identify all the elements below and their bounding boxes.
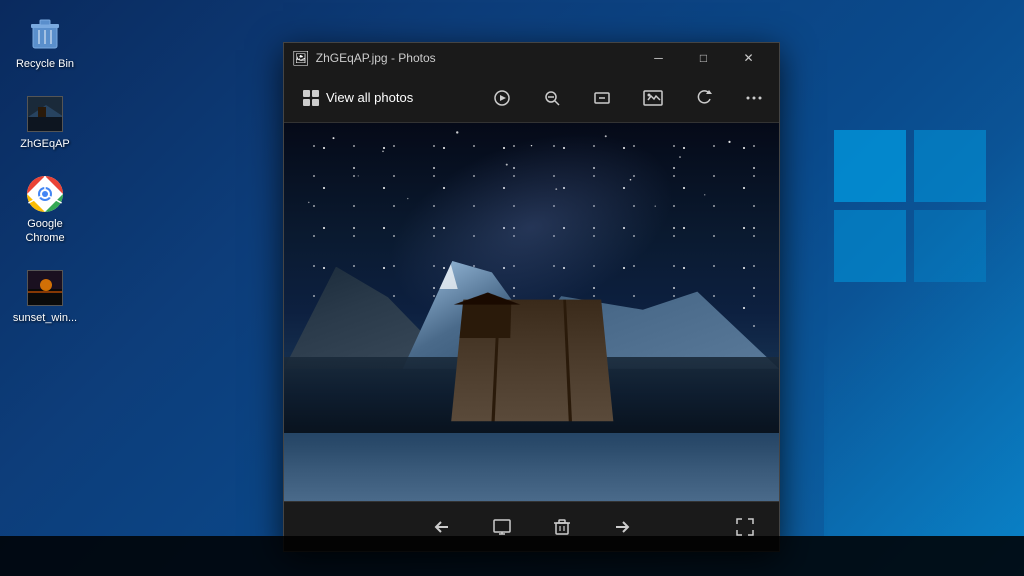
- recycle-bin-label: Recycle Bin: [16, 58, 74, 71]
- win-sq-tl: [834, 130, 906, 202]
- zhgeqap-thumbnail: [27, 96, 63, 132]
- maximize-button[interactable]: □: [681, 43, 726, 73]
- zoom-icon[interactable]: [537, 83, 567, 113]
- recycle-bin-icon[interactable]: Recycle Bin: [10, 10, 80, 75]
- desktop: Recycle Bin ZhGEqAP: [0, 0, 1024, 576]
- window-title: ZhGEqAP.jpg - Photos: [316, 51, 436, 65]
- zhgeqap-label: ZhGEqAP: [20, 138, 70, 151]
- view-all-label: View all photos: [326, 90, 413, 105]
- chrome-icon[interactable]: Google Chrome: [10, 170, 80, 248]
- win-sq-bl: [834, 210, 906, 282]
- win-sq-tr: [914, 130, 986, 202]
- photo-display: [284, 123, 779, 501]
- slideshow-toolbar-icon[interactable]: [487, 83, 517, 113]
- title-bar-left: 🖼 ZhGEqAP.jpg - Photos: [292, 50, 636, 67]
- chrome-label: Google Chrome: [14, 218, 76, 244]
- desktop-icons: Recycle Bin ZhGEqAP: [10, 10, 80, 329]
- title-bar-controls: ─ □ ✕: [636, 43, 771, 73]
- title-bar: 🖼 ZhGEqAP.jpg - Photos ─ □ ✕: [284, 43, 779, 73]
- win-sq-br: [914, 210, 986, 282]
- chrome-image: [25, 174, 65, 214]
- photos-icon: [302, 89, 320, 107]
- recycle-bin-image: [25, 14, 65, 54]
- sunset-label: sunset_win...: [13, 312, 77, 325]
- photos-app-icon: 🖼: [292, 50, 310, 67]
- snow-cap: [436, 255, 460, 289]
- fit-screen-icon[interactable]: [587, 83, 617, 113]
- win-logo-accent: [804, 50, 1024, 536]
- zhgeqap-image: [25, 94, 65, 134]
- rotate-icon[interactable]: [689, 83, 719, 113]
- zhgeqap-icon[interactable]: ZhGEqAP: [10, 90, 80, 155]
- pier-deck: [451, 300, 613, 421]
- win-squares: [834, 130, 994, 290]
- minimize-button[interactable]: ─: [636, 43, 681, 73]
- close-button[interactable]: ✕: [726, 43, 771, 73]
- sunset-thumbnail: [27, 270, 63, 306]
- pier: [457, 293, 606, 501]
- sunset-icon[interactable]: sunset_win...: [10, 264, 80, 329]
- image-area: [284, 123, 779, 501]
- photos-window: 🖼 ZhGEqAP.jpg - Photos ─ □ ✕ View all ph…: [283, 42, 780, 552]
- view-all-button[interactable]: View all photos: [294, 85, 421, 111]
- more-icon[interactable]: [739, 83, 769, 113]
- photo-background: [284, 123, 779, 501]
- taskbar: [0, 536, 1024, 576]
- edit-icon[interactable]: [637, 83, 669, 113]
- pier-hut: [459, 305, 511, 338]
- toolbar: View all photos: [284, 73, 779, 123]
- sunset-image: [25, 268, 65, 308]
